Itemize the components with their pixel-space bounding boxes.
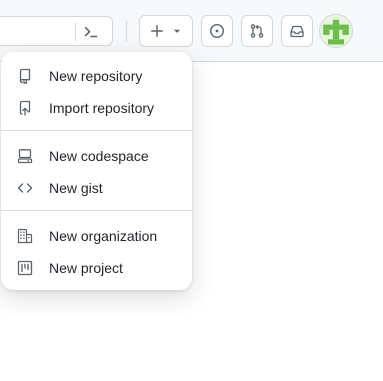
menu-item-new-project[interactable]: New project (9, 252, 184, 284)
repo-icon (17, 68, 33, 84)
command-palette-icon[interactable] (82, 23, 100, 41)
header-divider (126, 21, 127, 41)
user-avatar[interactable] (319, 14, 353, 48)
menu-divider (1, 130, 192, 131)
create-new-menu: New repository Import repository New cod… (1, 52, 192, 290)
triangle-down-icon (172, 26, 182, 36)
menu-item-label: Import repository (49, 100, 155, 116)
menu-item-label: New gist (49, 180, 103, 196)
codespaces-icon (17, 148, 33, 164)
identicon-icon (320, 15, 352, 47)
issue-opened-icon (209, 23, 225, 39)
pull-requests-button[interactable] (241, 15, 273, 47)
menu-item-label: New project (49, 260, 123, 276)
issues-button[interactable] (201, 15, 233, 47)
inbox-button[interactable] (281, 15, 313, 47)
plus-icon (150, 24, 164, 38)
menu-item-new-gist[interactable]: New gist (9, 172, 184, 204)
menu-divider (1, 210, 192, 211)
menu-item-new-organization[interactable]: New organization (9, 220, 184, 252)
inbox-icon (289, 23, 305, 39)
search-input[interactable] (0, 16, 113, 46)
menu-item-new-codespace[interactable]: New codespace (9, 140, 184, 172)
menu-item-label: New codespace (49, 148, 149, 164)
organization-icon (17, 228, 33, 244)
project-icon (17, 260, 33, 276)
menu-item-label: New organization (49, 228, 158, 244)
git-pull-request-icon (249, 23, 265, 39)
search-divider (75, 23, 76, 41)
menu-item-new-repository[interactable]: New repository (9, 60, 184, 92)
create-new-button[interactable] (139, 15, 193, 47)
menu-item-import-repository[interactable]: Import repository (9, 92, 184, 124)
code-icon (17, 180, 33, 196)
menu-item-label: New repository (49, 68, 143, 84)
repo-push-icon (17, 100, 33, 116)
